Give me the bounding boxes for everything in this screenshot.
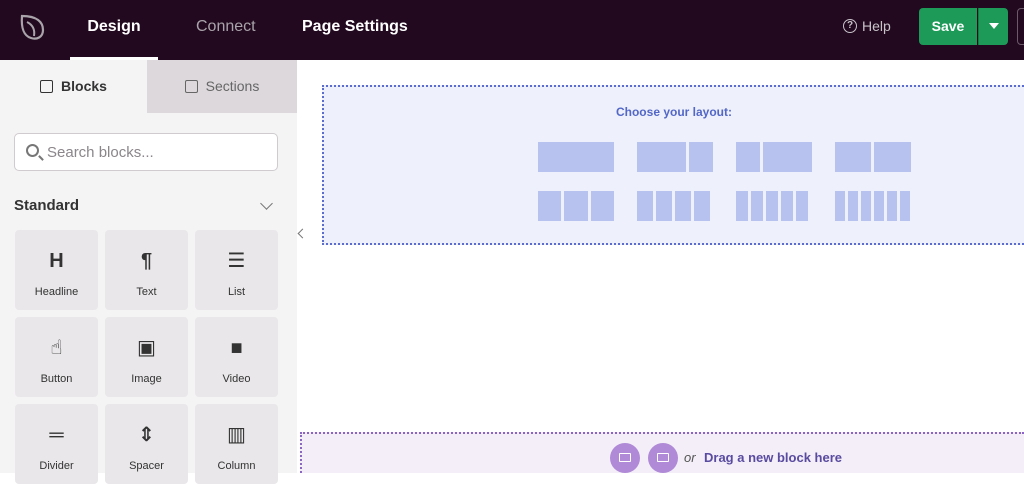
block-spacer[interactable]: ⇕ Spacer	[105, 404, 188, 484]
block-video[interactable]: ■ Video	[195, 317, 278, 397]
add-block-icon	[40, 80, 54, 93]
spacer-icon: ⇕	[138, 424, 155, 446]
layout-3-col[interactable]	[538, 191, 614, 221]
section-title[interactable]: Standard	[14, 197, 79, 214]
block-label: Video	[222, 373, 251, 385]
block-image[interactable]: ▣ Image	[105, 317, 188, 397]
video-camera-icon: ■	[230, 337, 243, 359]
block-label: List	[227, 286, 246, 298]
sidebar: Blocks Sections Standard H Headline ¶ Te…	[0, 60, 297, 484]
paragraph-icon: ¶	[140, 250, 153, 272]
tab-blocks[interactable]: Blocks	[0, 60, 147, 113]
tab-sections[interactable]: Sections	[147, 60, 297, 113]
save-options-dropdown[interactable]	[978, 8, 1008, 45]
layout-chooser: Choose your layout:	[322, 85, 1024, 245]
columns-icon	[619, 453, 631, 462]
layout-4-col[interactable]	[637, 191, 710, 221]
overflow-button[interactable]	[1017, 8, 1024, 45]
top-bar: Design Connect Page Settings ? Help Save	[0, 0, 1024, 60]
layout-2-col-equal[interactable]	[835, 142, 911, 172]
tab-blocks-label: Blocks	[61, 78, 107, 94]
headline-icon: H	[49, 250, 64, 272]
layout-1-col[interactable]	[538, 142, 614, 172]
block-list[interactable]: ☰ List	[195, 230, 278, 310]
chevron-down-icon[interactable]	[260, 197, 273, 210]
block-label: Text	[136, 286, 157, 298]
help-link[interactable]: ? Help	[843, 18, 891, 34]
block-column[interactable]: ▥ Column	[195, 404, 278, 484]
block-drop-zone[interactable]: or Drag a new block here	[300, 432, 1024, 473]
list-icon: ☰	[227, 250, 246, 272]
save-button[interactable]: Save	[919, 8, 977, 45]
block-label: Spacer	[129, 460, 164, 472]
block-label: Button	[40, 373, 73, 385]
drop-or-text: or	[684, 450, 696, 465]
section-icon	[657, 453, 669, 462]
search-icon	[26, 144, 39, 157]
block-text[interactable]: ¶ Text	[105, 230, 188, 310]
tab-design[interactable]: Design	[70, 0, 158, 60]
layout-2-col-right[interactable]	[736, 142, 812, 172]
logo-icon[interactable]	[17, 12, 47, 42]
add-columns-button[interactable]	[610, 443, 640, 473]
tab-sections-label: Sections	[205, 78, 260, 94]
block-label: Headline	[34, 286, 79, 298]
block-label: Column	[217, 460, 256, 472]
sections-icon	[184, 80, 198, 93]
collapse-sidebar-icon[interactable]	[297, 222, 307, 248]
drop-label: Drag a new block here	[704, 450, 842, 465]
layout-title: Choose your layout:	[615, 105, 732, 119]
block-headline[interactable]: H Headline	[15, 230, 98, 310]
search-input[interactable]	[47, 134, 273, 170]
columns-icon: ▥	[227, 424, 246, 446]
image-icon: ▣	[137, 337, 156, 359]
search-box	[14, 133, 278, 171]
block-button[interactable]: ☝ Button	[15, 317, 98, 397]
tab-connect[interactable]: Connect	[196, 0, 256, 60]
tab-page-settings[interactable]: Page Settings	[302, 0, 408, 60]
block-label: Image	[131, 373, 162, 385]
block-label: Divider	[39, 460, 74, 472]
add-section-button[interactable]	[648, 443, 678, 473]
layout-2-col[interactable]	[637, 142, 713, 172]
block-divider[interactable]: ═ Divider	[15, 404, 98, 484]
divider-icon: ═	[49, 424, 64, 446]
layout-5-col[interactable]	[736, 191, 808, 221]
help-icon: ?	[843, 19, 857, 33]
layout-6-col[interactable]	[835, 191, 910, 221]
help-label: Help	[862, 18, 891, 34]
pointer-hand-icon: ☝	[50, 337, 63, 359]
